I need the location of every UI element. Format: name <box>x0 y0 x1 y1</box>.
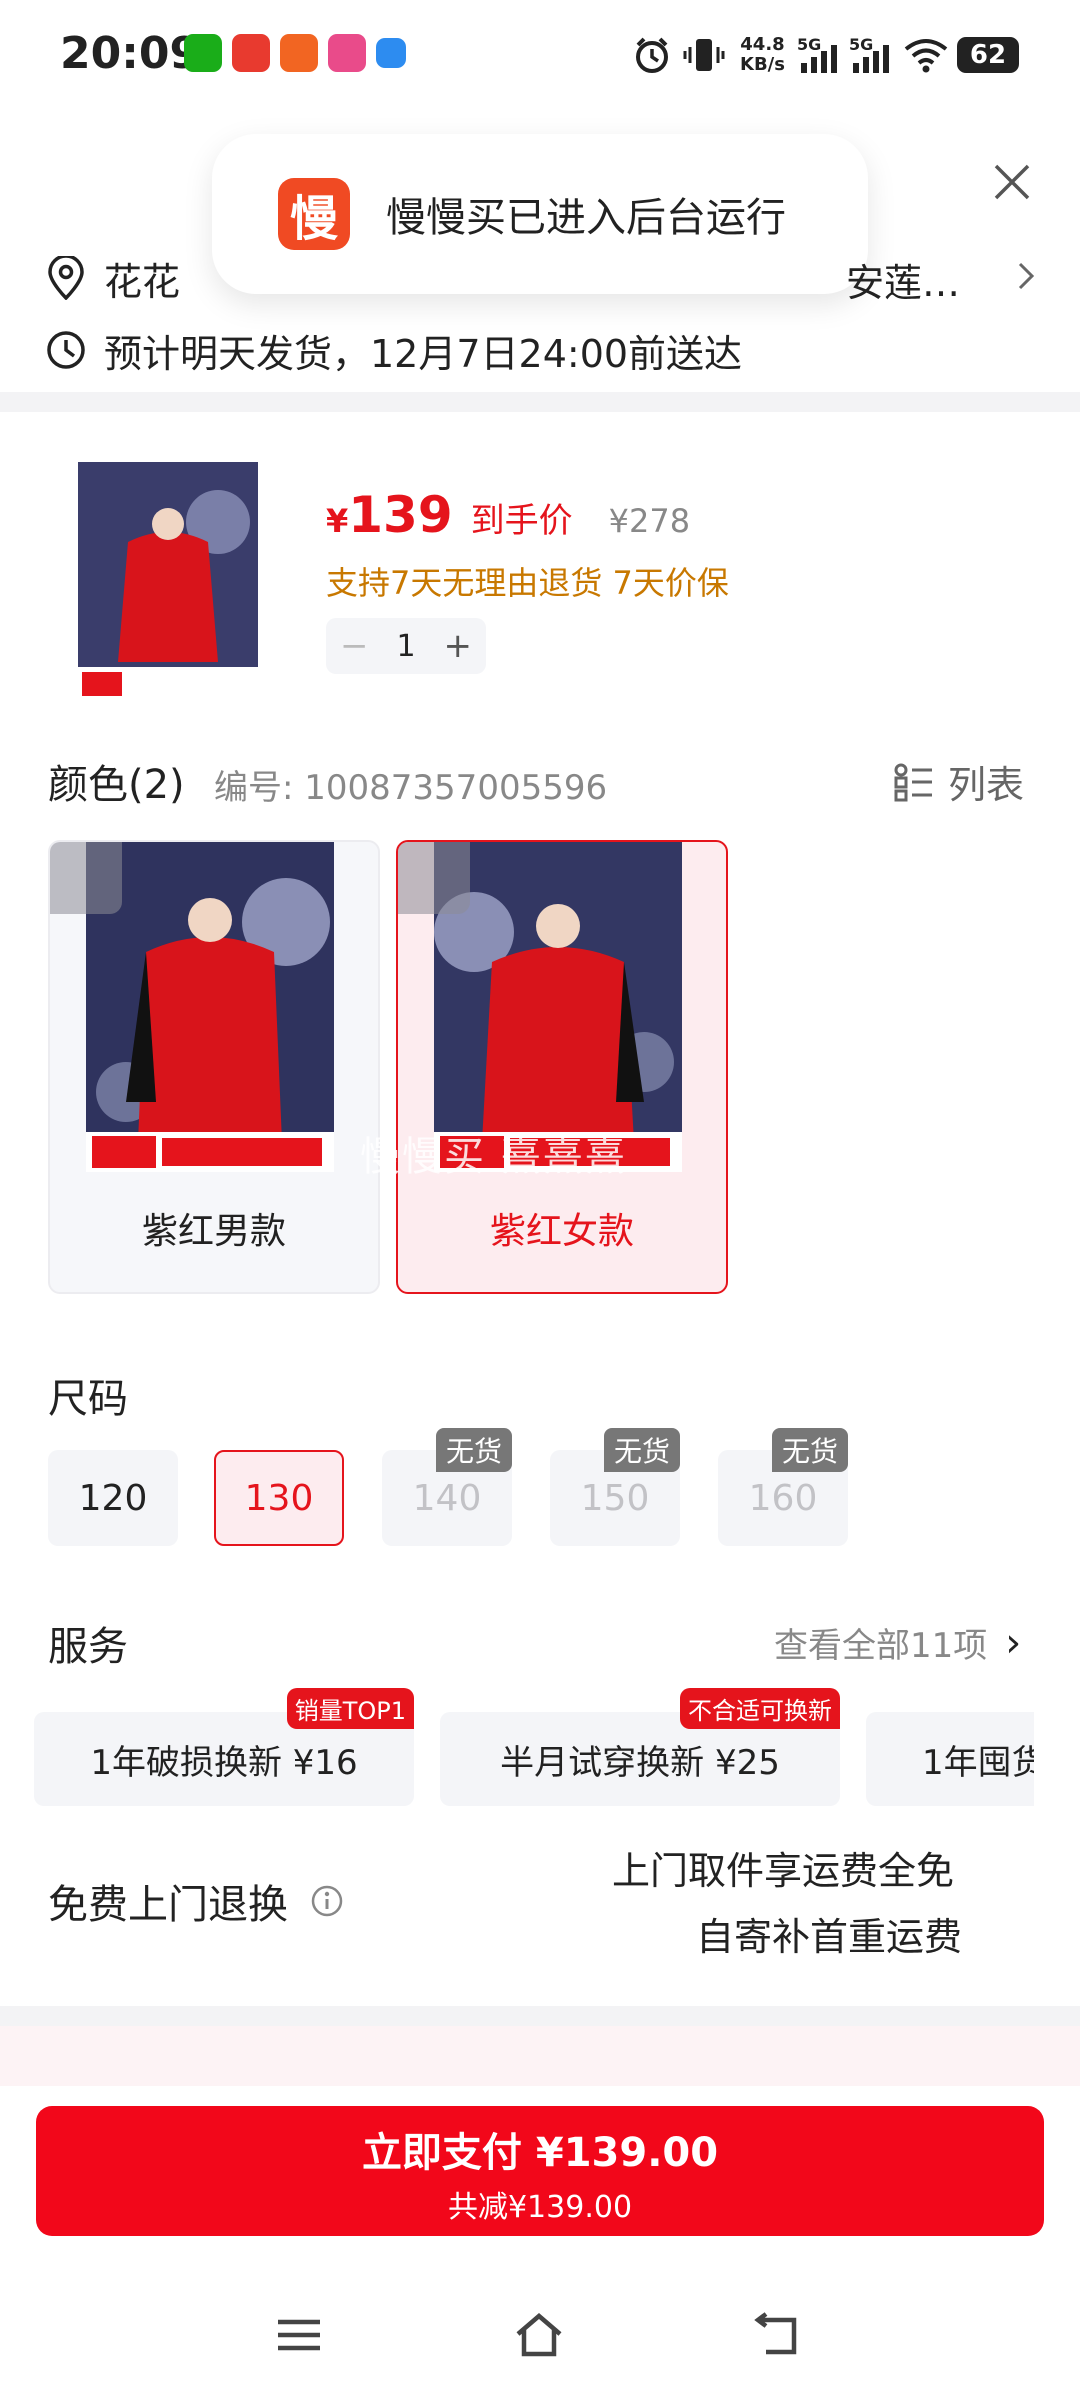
status-icons: 44.8 KB/s 5G 5G 62 <box>632 30 1019 80</box>
color-heading: 颜色(2) <box>48 762 185 808</box>
view-all-label: 查看全部11项 <box>774 1626 988 1666</box>
size-label: 140 <box>412 1477 482 1519</box>
alarm-icon <box>636 37 668 73</box>
vibrate-icon <box>683 39 725 71</box>
manmanmai-logo-icon: 慢 <box>278 178 350 250</box>
chevron-right-icon[interactable] <box>1014 258 1038 294</box>
color-option-image <box>434 842 682 1172</box>
decrease-button[interactable]: − <box>340 626 369 666</box>
size-option-160[interactable]: 160 无货 <box>718 1428 848 1546</box>
size-label: 130 <box>244 1477 314 1519</box>
discount-label: 共减¥139.00 <box>447 2190 633 2225</box>
service-badge: 不合适可换新 <box>680 1688 840 1729</box>
network-speed: 44.8 KB/s <box>740 35 785 75</box>
service-option[interactable]: 1年破损换新 ¥16 销量TOP1 <box>34 1688 414 1806</box>
status-bar: 20:09 44.8 KB/s 5G 5G 62 <box>0 0 1080 110</box>
service-heading: 服务 <box>48 1624 128 1670</box>
back-icon[interactable] <box>754 2310 804 2360</box>
watermark: 慢慢买 熹熹熹 <box>360 1134 627 1180</box>
menu-icon[interactable] <box>274 2310 324 2360</box>
free-return-pickup: 上门取件享运费全免 <box>612 1849 955 1893</box>
info-icon[interactable] <box>310 1884 344 1918</box>
service-label: 1年囤货 <box>922 1742 1034 1783</box>
address-detail: 安莲… <box>846 261 961 305</box>
home-icon[interactable] <box>514 2310 564 2360</box>
clock-icon <box>47 331 85 369</box>
taobao-icon <box>280 34 318 72</box>
out-of-stock-badge: 无货 <box>603 1428 680 1472</box>
out-of-stock-badge: 无货 <box>435 1428 512 1472</box>
size-heading: 尺码 <box>48 1376 128 1422</box>
color-option-label: 紫红男款 <box>141 1211 286 1252</box>
divider <box>0 392 1080 412</box>
size-label: 160 <box>748 1477 818 1519</box>
battery-indicator: 62 <box>956 37 1019 73</box>
close-icon[interactable] <box>990 160 1034 204</box>
out-of-stock-badge: 无货 <box>771 1428 848 1472</box>
size-option-150[interactable]: 150 无货 <box>550 1428 680 1546</box>
free-return-row: 免费上门退换 <box>48 1872 344 1930</box>
signal-label: 5G <box>796 35 822 54</box>
product-image <box>78 462 258 702</box>
status-time: 20:09 <box>60 28 201 79</box>
view-all-services[interactable]: 查看全部11项 › <box>774 1618 1021 1667</box>
color-option-male[interactable]: 紫红男款 <box>48 840 380 1294</box>
size-option-140[interactable]: 140 无货 <box>382 1428 512 1546</box>
color-option-female[interactable]: 紫红女款 <box>396 840 728 1294</box>
wechat-icon <box>184 34 222 72</box>
list-icon <box>894 763 932 801</box>
increase-button[interactable]: + <box>444 626 473 666</box>
product-image <box>86 842 334 1172</box>
free-return-heading: 免费上门退换 <box>48 1882 288 1928</box>
product-thumbnail[interactable] <box>78 462 258 702</box>
location-pin-icon <box>48 256 84 300</box>
size-option-120[interactable]: 120 <box>48 1450 178 1546</box>
service-label: 1年破损换新 ¥16 <box>90 1742 358 1783</box>
toast-message: 慢慢买已进入后台运行 <box>386 195 786 241</box>
product-image <box>434 842 682 1172</box>
color-option-label: 紫红女款 <box>489 1211 634 1252</box>
service-option[interactable]: 半月试穿换新 ¥25 不合适可换新 <box>440 1688 840 1806</box>
network-speed-value: 44.8 <box>740 34 785 55</box>
app-notification-icon <box>328 34 366 72</box>
service-badge: 销量TOP1 <box>286 1688 414 1729</box>
network-speed-unit: KB/s <box>740 54 785 75</box>
signal-label: 5G <box>848 35 874 54</box>
quantity-value: 1 <box>396 628 416 664</box>
size-option-130[interactable]: 130 <box>214 1450 344 1546</box>
final-price: 139 <box>348 486 453 544</box>
expand-icon[interactable] <box>50 842 122 914</box>
wifi-icon <box>904 39 948 73</box>
price-currency: ¥ <box>326 502 349 540</box>
chevron-right-icon: › <box>1005 1619 1022 1666</box>
app-notification-icon <box>232 34 270 72</box>
signal-5g-2: 5G <box>849 35 893 75</box>
quantity-stepper: − 1 + <box>326 618 486 674</box>
price-label: 到手价 <box>470 501 573 541</box>
expand-icon[interactable] <box>398 842 470 914</box>
free-return-self-ship: 自寄补首重运费 <box>696 1915 963 1959</box>
service-label: 半月试穿换新 ¥25 <box>500 1742 780 1783</box>
list-view-toggle[interactable]: 列表 <box>894 754 1024 809</box>
pay-now-button[interactable]: 立即支付 ¥139.00 共减¥139.00 <box>36 2106 1044 2236</box>
pay-now-label: 立即支付 ¥139.00 <box>361 2130 719 2176</box>
size-label: 120 <box>78 1477 148 1519</box>
divider <box>0 2006 1080 2026</box>
promo-strip <box>0 2026 1080 2086</box>
delivery-eta-row: 预计明天发货，12月7日24:00前送达 <box>46 320 946 380</box>
return-guarantee: 支持7天无理由退货 7天价保 <box>326 564 729 602</box>
original-price: ¥278 <box>608 502 691 540</box>
color-option-image <box>86 842 334 1172</box>
service-options: 1年破损换新 ¥16 销量TOP1 半月试穿换新 ¥25 不合适可换新 1年囤货 <box>34 1680 1034 1820</box>
address-name: 花花 <box>104 259 181 304</box>
delivery-eta: 预计明天发货，12月7日24:00前送达 <box>104 331 743 376</box>
sku-number: 编号: 10087357005596 <box>214 768 608 808</box>
service-option[interactable]: 1年囤货 <box>866 1712 1034 1806</box>
list-view-label: 列表 <box>948 763 1025 807</box>
price-row: ¥ 139 到手价 ¥278 <box>326 486 690 544</box>
signal-5g-1: 5G <box>797 35 841 75</box>
size-label: 150 <box>580 1477 650 1519</box>
app-notification-icon <box>376 38 406 68</box>
